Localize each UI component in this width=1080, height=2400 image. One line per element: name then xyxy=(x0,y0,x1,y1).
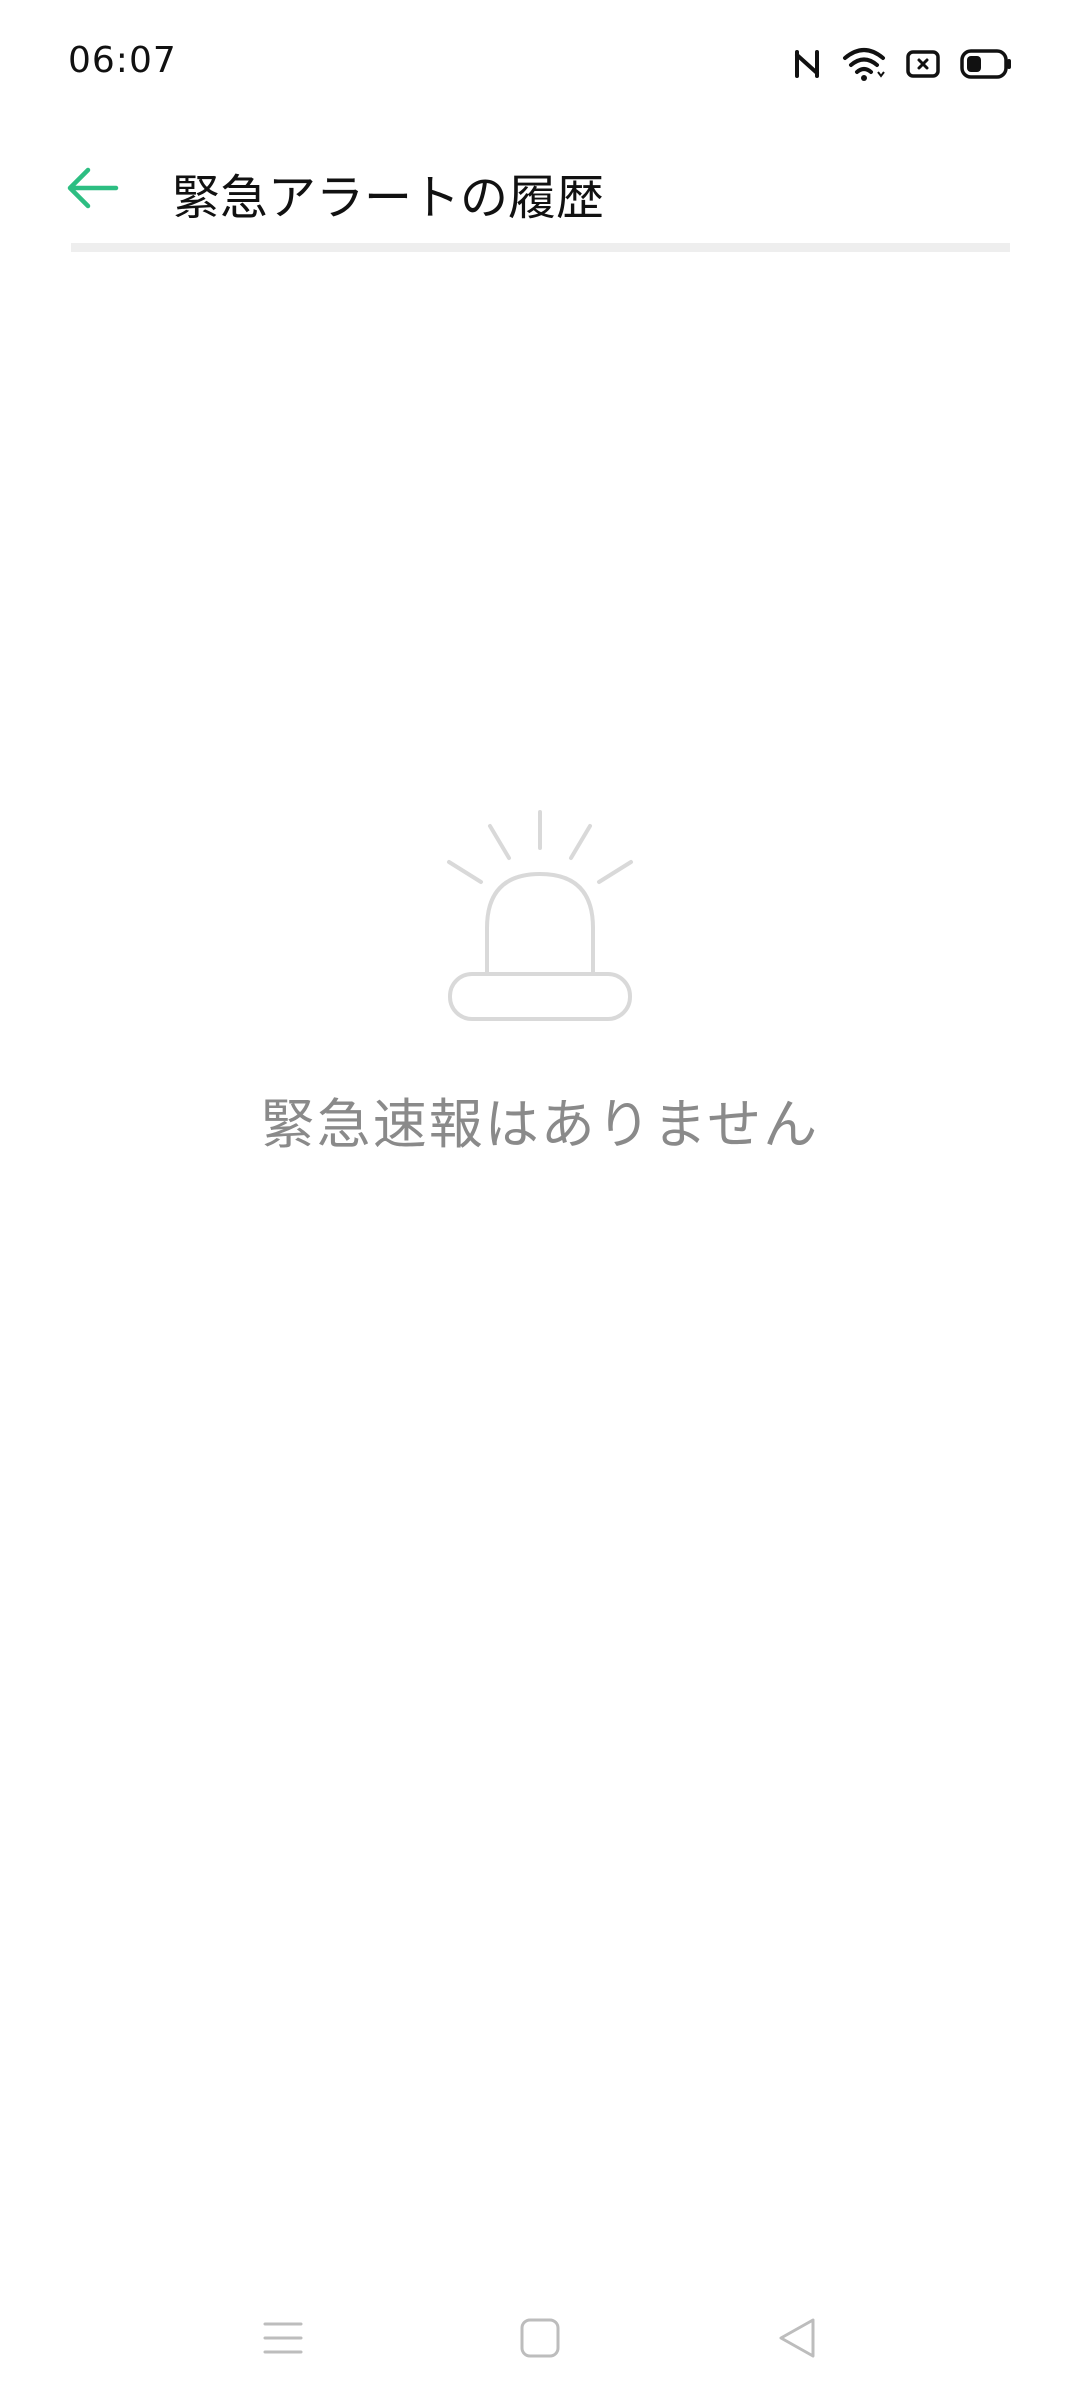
alarm-siren-icon xyxy=(435,800,645,1025)
sim-error-icon xyxy=(906,49,940,79)
app-bar: 緊急アラートの履歴 xyxy=(0,130,1080,250)
empty-message: 緊急速報はありません xyxy=(260,1093,820,1156)
back-icon xyxy=(775,2314,819,2366)
navigation-bar xyxy=(0,2280,1080,2400)
home-button[interactable] xyxy=(500,2300,580,2380)
page-title: 緊急アラートの履歴 xyxy=(172,170,605,226)
menu-icon xyxy=(261,2318,305,2362)
home-icon xyxy=(518,2316,562,2364)
recent-apps-button[interactable] xyxy=(243,2300,323,2380)
nfc-icon xyxy=(792,47,822,81)
status-time: 06:07 xyxy=(68,40,177,81)
arrow-left-icon xyxy=(64,166,120,214)
empty-state: 緊急速報はありません xyxy=(0,800,1080,1160)
screen: 06:07 緊急アラートの履歴 緊急速報はありません xyxy=(0,0,1080,2400)
system-back-button[interactable] xyxy=(757,2300,837,2380)
status-icons xyxy=(792,44,1012,84)
back-button[interactable] xyxy=(50,148,134,232)
wifi-icon xyxy=(842,46,886,82)
status-bar: 06:07 xyxy=(0,0,1080,130)
title-divider xyxy=(71,243,1010,252)
battery-icon xyxy=(960,49,1012,79)
